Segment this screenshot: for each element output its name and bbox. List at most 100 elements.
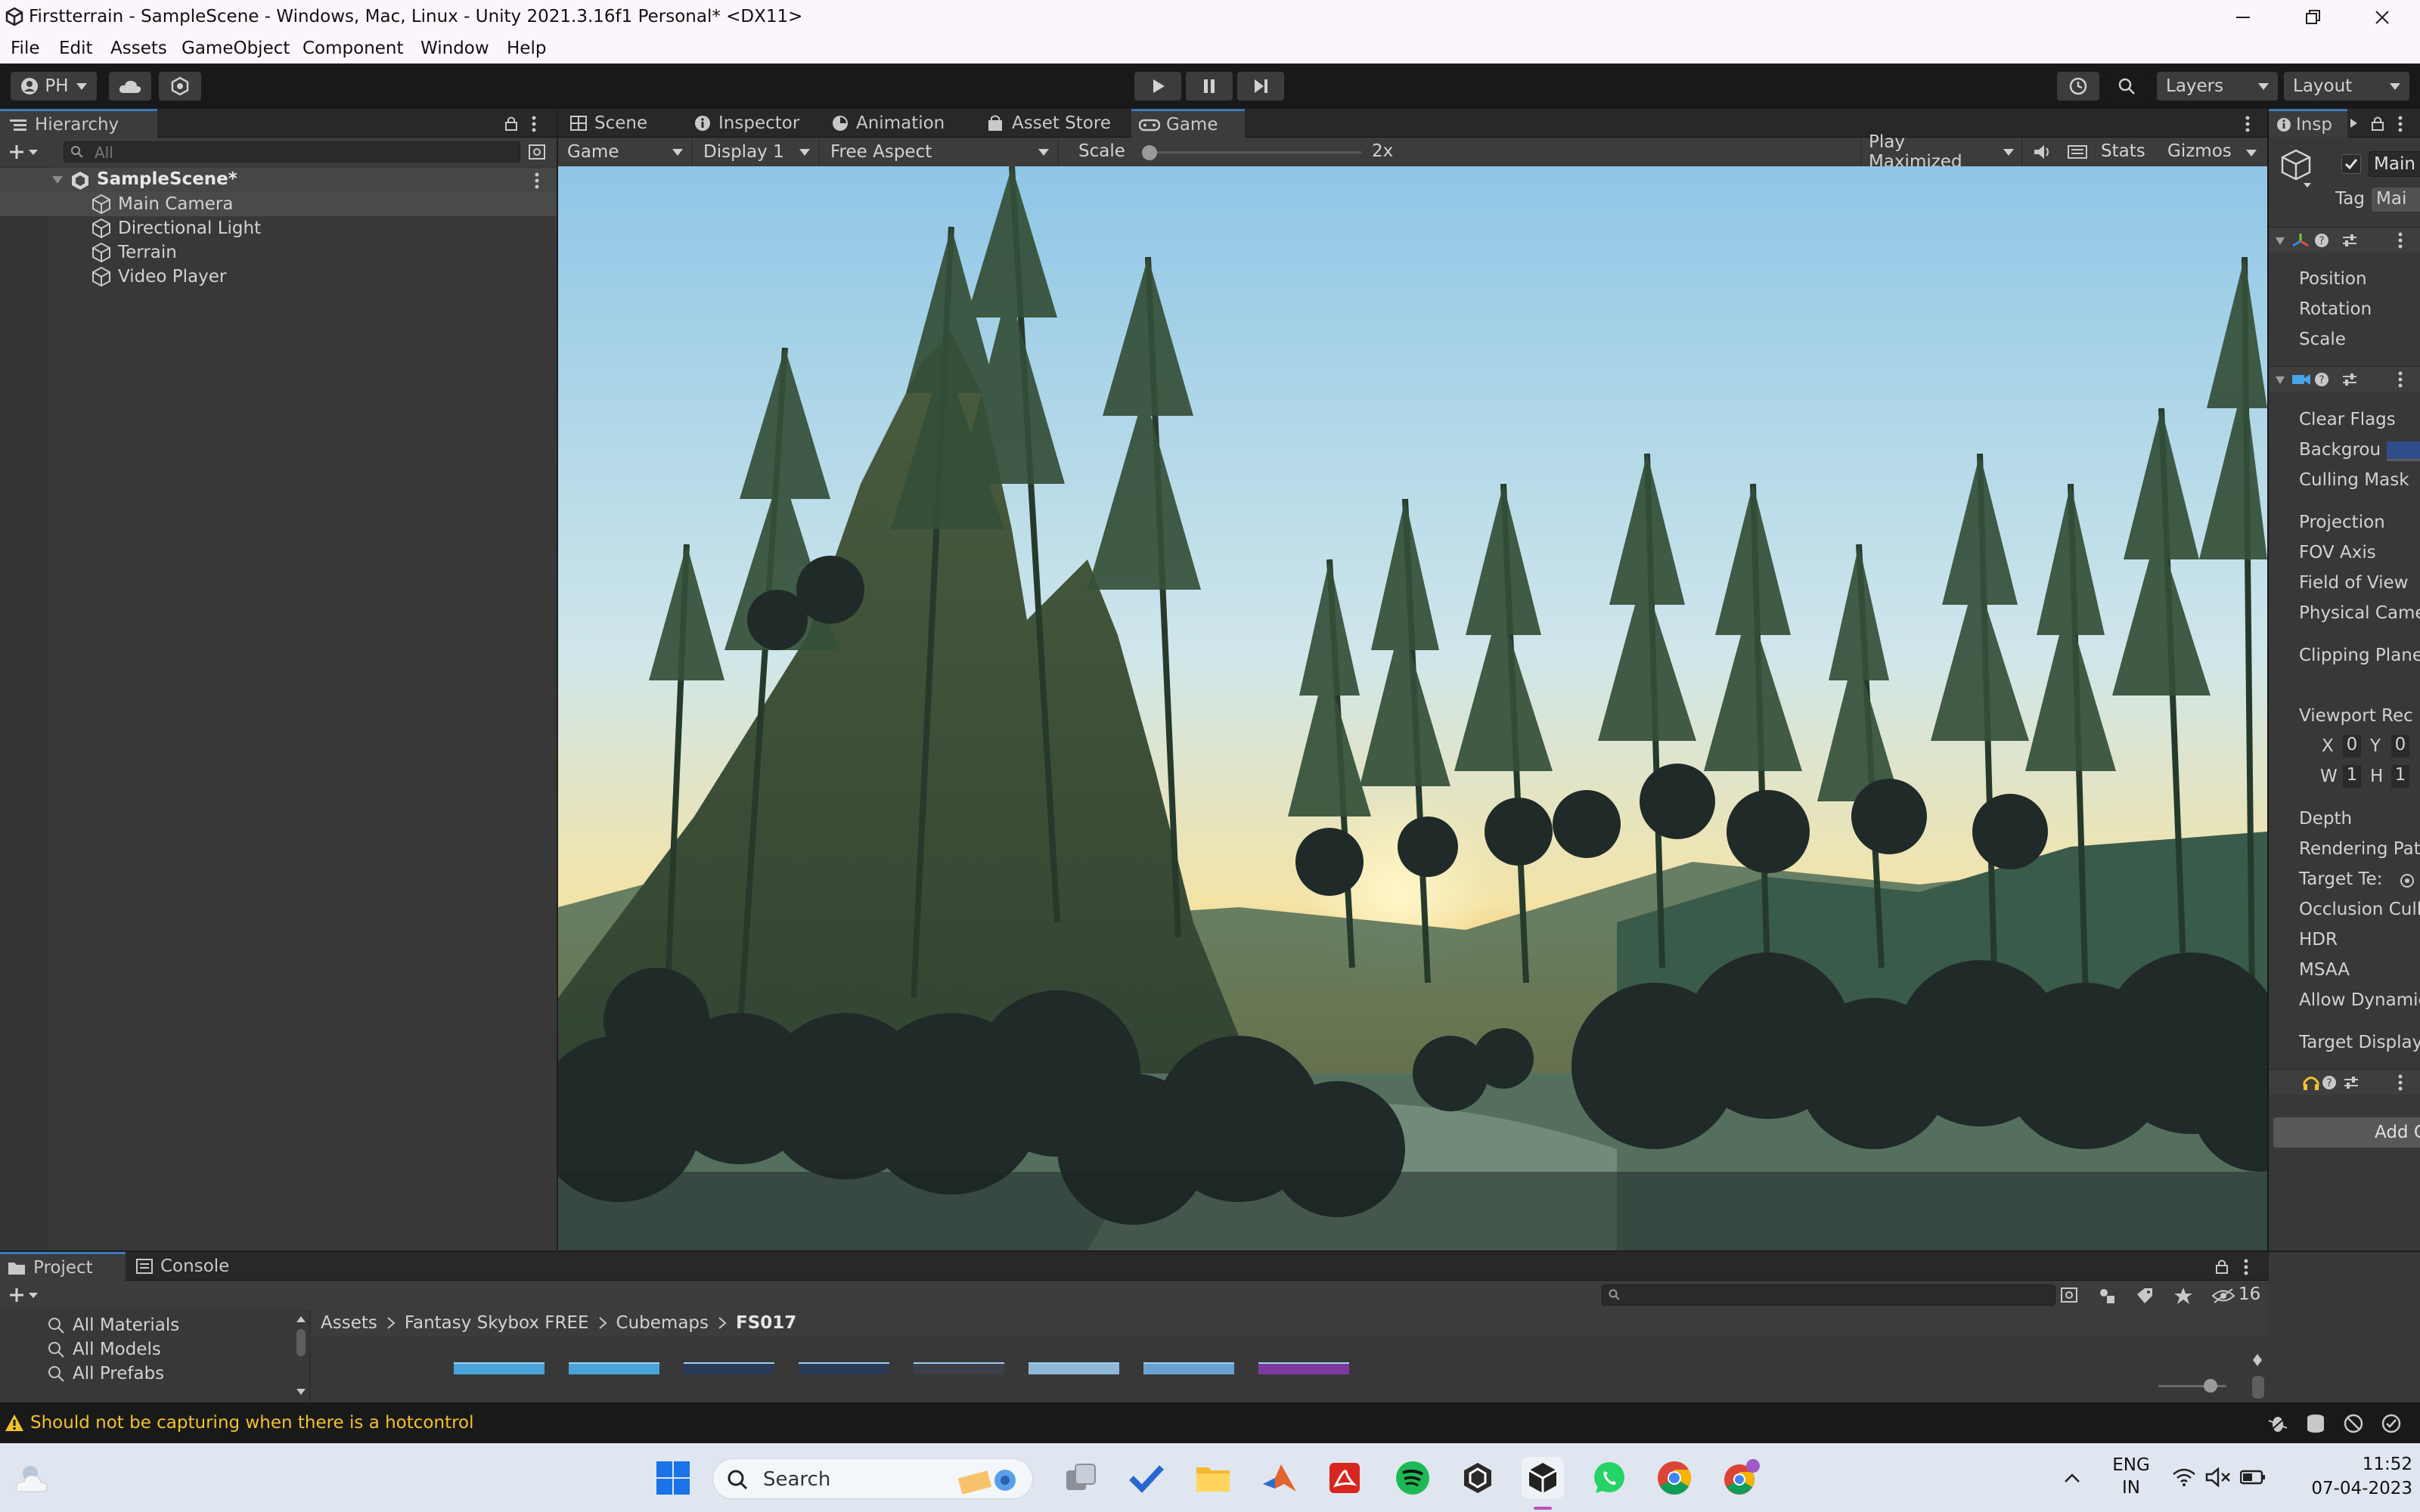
status-message[interactable]: Should not be capturing when there is a … — [30, 1413, 474, 1433]
object-name-field[interactable]: Main — [2369, 151, 2420, 177]
volume-muted-icon[interactable] — [2205, 1467, 2231, 1487]
scale-slider[interactable] — [1142, 138, 1361, 166]
hierarchy-item[interactable]: Video Player — [91, 266, 226, 287]
minimize-button[interactable] — [2208, 0, 2278, 35]
lock-icon[interactable] — [2214, 1258, 2229, 1275]
tab-asset-store[interactable]: Asset Store — [979, 109, 1130, 138]
language-indicator[interactable]: ENG IN — [2110, 1454, 2152, 1499]
play-button[interactable] — [1134, 72, 1181, 101]
close-button[interactable] — [2347, 0, 2417, 35]
check-circle-icon[interactable] — [2381, 1413, 2402, 1434]
breadcrumb-item[interactable]: Fantasy Skybox FREE — [405, 1313, 589, 1333]
unity-hub-button[interactable] — [1457, 1457, 1499, 1499]
tag-dropdown[interactable]: Mai — [2372, 187, 2420, 212]
help-icon[interactable]: ? — [2314, 233, 2329, 248]
favorites-scrollbar[interactable] — [295, 1314, 307, 1399]
whatsapp-button[interactable] — [1588, 1457, 1630, 1499]
account-dropdown[interactable]: PH — [11, 72, 97, 101]
weather-cloud-icon[interactable] — [15, 1461, 53, 1495]
scene-visibility-icon[interactable] — [528, 144, 548, 162]
bug-icon[interactable] — [2267, 1413, 2288, 1434]
kebab-menu-icon[interactable] — [2397, 371, 2403, 388]
asset-thumbnail[interactable] — [569, 1362, 659, 1374]
breadcrumb-item[interactable]: Assets — [321, 1313, 377, 1333]
panel-splitter[interactable] — [2267, 109, 2269, 1250]
hidden-packages-icon[interactable] — [2211, 1287, 2235, 1304]
add-component-button[interactable]: Add C — [2273, 1117, 2420, 1148]
kebab-menu-icon[interactable] — [534, 172, 540, 189]
thumbnail-size-thumb[interactable] — [2204, 1379, 2217, 1393]
menu-gameobject[interactable]: GameObject — [182, 39, 290, 58]
step-button[interactable] — [1237, 72, 1284, 101]
hierarchy-item[interactable]: Directional Light — [91, 218, 261, 239]
search-by-label-icon[interactable] — [2098, 1287, 2118, 1305]
hierarchy-item[interactable]: Main Camera — [91, 194, 233, 215]
kebab-menu-icon[interactable] — [2245, 115, 2251, 133]
search-by-type-icon[interactable] — [2060, 1287, 2080, 1305]
transform-header[interactable]: ? — [2269, 227, 2420, 253]
favorite-item[interactable]: All Prefabs — [47, 1364, 164, 1383]
background-color-swatch[interactable] — [2387, 442, 2420, 461]
add-icon[interactable] — [9, 1287, 39, 1303]
layers-dropdown[interactable]: Layers — [2157, 72, 2278, 101]
asset-thumbnail[interactable] — [454, 1362, 544, 1374]
file-explorer-button[interactable] — [1192, 1457, 1234, 1499]
layout-dropdown[interactable]: Layout — [2284, 72, 2409, 101]
menu-file[interactable]: File — [11, 39, 40, 58]
add-icon[interactable] — [9, 144, 39, 160]
grid-scrollbar[interactable] — [2252, 1376, 2264, 1399]
menu-edit[interactable]: Edit — [59, 39, 93, 58]
taskbar-search-box[interactable]: Search — [712, 1458, 1033, 1499]
matlab-button[interactable] — [1258, 1457, 1301, 1499]
search-button[interactable] — [2105, 72, 2148, 101]
clock[interactable]: 11:52 07-04-2023 — [2291, 1452, 2412, 1501]
asset-thumbnail[interactable] — [799, 1362, 889, 1374]
favorite-item[interactable]: All Models — [47, 1340, 161, 1359]
audio-mute-icon[interactable] — [2033, 144, 2052, 160]
camera-header[interactable]: ? — [2269, 366, 2420, 392]
kebab-menu-icon[interactable] — [2397, 232, 2403, 249]
viewport-x-field[interactable]: 0 — [2343, 735, 2361, 758]
asset-thumbnail[interactable] — [914, 1362, 1004, 1374]
unity-editor-button[interactable] — [1522, 1457, 1564, 1499]
preset-sliders-icon[interactable] — [2341, 233, 2358, 248]
scene-row[interactable]: SampleScene* — [0, 168, 557, 192]
lock-icon[interactable] — [2370, 115, 2385, 132]
project-search-input[interactable] — [1602, 1284, 2055, 1306]
play-mode-dropdown[interactable]: Play Maximized — [1860, 132, 2022, 172]
chevron-down-icon[interactable] — [2246, 150, 2257, 156]
view-dropdown[interactable]: Game — [558, 138, 693, 166]
hierarchy-search-input[interactable]: All — [64, 141, 520, 163]
asset-thumbnail[interactable] — [1028, 1362, 1119, 1374]
expand-triangle-icon[interactable] — [2275, 237, 2285, 246]
help-icon[interactable]: ? — [2314, 372, 2329, 387]
auto-generate-lighting-icon[interactable] — [2343, 1413, 2364, 1434]
asset-thumbnail[interactable] — [1143, 1362, 1234, 1374]
kebab-menu-icon[interactable] — [2397, 115, 2403, 133]
kebab-menu-icon[interactable] — [2397, 1074, 2403, 1091]
tab-console[interactable]: Console — [129, 1252, 257, 1281]
help-icon[interactable]: ? — [2322, 1075, 2337, 1090]
tab-scene[interactable]: Scene — [563, 109, 684, 138]
cloud-button[interactable] — [109, 72, 151, 101]
scale-slider-thumb[interactable] — [1142, 145, 1157, 160]
menu-help[interactable]: Help — [507, 39, 546, 58]
active-checkbox[interactable] — [2341, 154, 2361, 174]
game-view[interactable] — [558, 166, 2267, 1250]
battery-icon[interactable] — [2240, 1469, 2266, 1486]
grid-scroll-icon[interactable] — [2252, 1353, 2263, 1367]
lock-icon[interactable] — [504, 115, 519, 132]
chrome-button[interactable] — [1653, 1457, 1696, 1499]
keyboard-shortcuts-icon[interactable] — [2068, 144, 2087, 160]
display-dropdown[interactable]: Display 1 — [694, 138, 820, 166]
preset-sliders-icon[interactable] — [2343, 1075, 2360, 1090]
gizmos-button[interactable]: Gizmos — [2167, 141, 2232, 161]
acrobat-button[interactable] — [1323, 1457, 1366, 1499]
tab-hierarchy[interactable]: Hierarchy — [0, 109, 157, 138]
scrollbar-thumb[interactable] — [296, 1329, 306, 1356]
viewport-y-field[interactable]: 0 — [2391, 735, 2409, 758]
breadcrumb-item[interactable]: Cubemaps — [616, 1313, 709, 1333]
audio-listener-header[interactable]: ? — [2269, 1069, 2420, 1095]
favorite-item[interactable]: All Materials — [47, 1315, 179, 1335]
chevron-right-icon[interactable] — [2349, 118, 2358, 129]
